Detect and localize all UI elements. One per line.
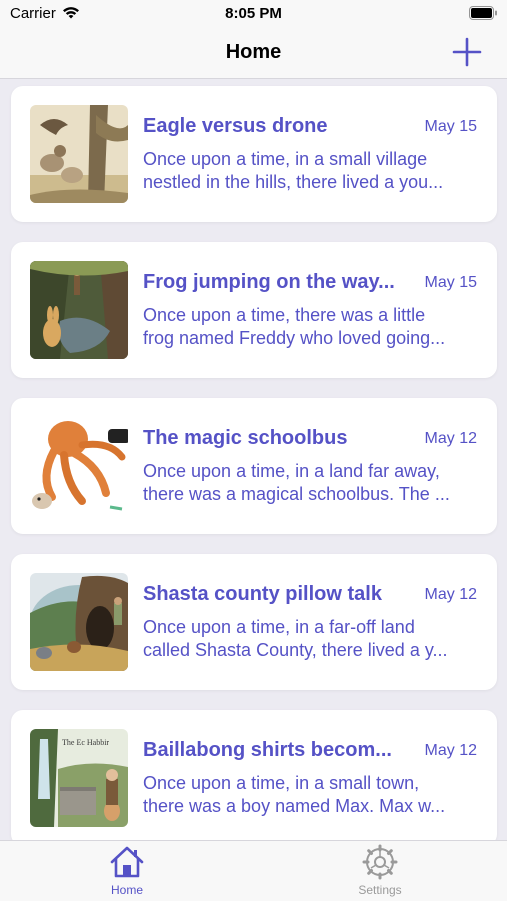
story-card[interactable]: The Ec Habbir Baillabong shirts becom...…: [11, 710, 497, 840]
add-story-button[interactable]: [451, 36, 483, 68]
battery-icon: [469, 6, 498, 24]
eagle-illustration-thumbnail: [30, 105, 128, 203]
forest-rabbit-illustration-thumbnail: [30, 261, 128, 359]
tree-hollow-illustration-thumbnail: [30, 573, 128, 671]
octopus-illustration-thumbnail: [30, 417, 128, 515]
tab-settings[interactable]: Settings: [310, 841, 450, 901]
story-title: Baillabong shirts becom...: [143, 739, 392, 761]
story-excerpt-line: called Shasta County, there lived a y...: [143, 640, 448, 660]
story-date: May 15: [424, 118, 477, 135]
story-excerpt-line: there was a boy named Max. Max w...: [143, 796, 446, 816]
story-card[interactable]: Eagle versus drone May 15 Once upon a ti…: [11, 86, 497, 222]
story-excerpt: Once upon a time, in a small village nes…: [143, 148, 473, 194]
story-title: Eagle versus drone: [143, 115, 328, 137]
story-excerpt-line: Once upon a time, in a small village: [143, 149, 428, 169]
story-excerpt-line: Once upon a time, in a small town,: [143, 773, 420, 793]
status-bar: Carrier 8:05 PM: [0, 0, 507, 28]
story-card[interactable]: Shasta county pillow talk May 12 Once up…: [11, 554, 497, 690]
thumbnail-caption: The Ec Habbir: [62, 738, 109, 747]
story-card[interactable]: The magic schoolbus May 12 Once upon a t…: [11, 398, 497, 534]
story-card[interactable]: Frog jumping on the way... May 15 Once u…: [11, 242, 497, 378]
clock-time: 8:05 PM: [225, 5, 282, 22]
story-title: Frog jumping on the way...: [143, 271, 395, 293]
story-excerpt: Once upon a time, in a far-off land call…: [143, 616, 473, 662]
waterfall-illustration-thumbnail: The Ec Habbir: [30, 729, 128, 827]
story-date: May 12: [424, 586, 477, 603]
tab-label: Settings: [358, 883, 402, 897]
page-title: Home: [225, 41, 282, 63]
story-excerpt-line: there was a magical schoolbus. The ...: [143, 484, 450, 504]
gear-icon: [362, 844, 398, 880]
house-icon: [109, 844, 145, 880]
tab-bar: Home Settings: [0, 840, 507, 901]
story-date: May 12: [424, 742, 477, 759]
story-excerpt: Once upon a time, in a land far away, th…: [143, 460, 473, 506]
story-excerpt-line: Once upon a time, there was a little: [143, 305, 426, 325]
story-excerpt-line: nestled in the hills, there lived a you.…: [143, 172, 444, 192]
story-excerpt-line: Once upon a time, in a land far away,: [143, 461, 440, 481]
story-excerpt-line: Once upon a time, in a far-off land: [143, 617, 415, 637]
story-excerpt: Once upon a time, in a small town, there…: [143, 772, 473, 818]
plus-icon: [452, 37, 482, 67]
story-date: May 12: [424, 430, 477, 447]
tab-label: Home: [110, 883, 143, 897]
story-title: The magic schoolbus: [143, 427, 348, 449]
story-excerpt-line: frog named Freddy who loved going...: [143, 328, 446, 348]
story-date: May 15: [424, 274, 477, 291]
tab-home[interactable]: Home: [57, 841, 197, 901]
story-title: Shasta county pillow talk: [143, 583, 382, 605]
story-list[interactable]: Eagle versus drone May 15 Once upon a ti…: [0, 78, 507, 840]
navigation-bar: Home: [0, 28, 507, 79]
story-excerpt: Once upon a time, there was a little fro…: [143, 304, 473, 350]
